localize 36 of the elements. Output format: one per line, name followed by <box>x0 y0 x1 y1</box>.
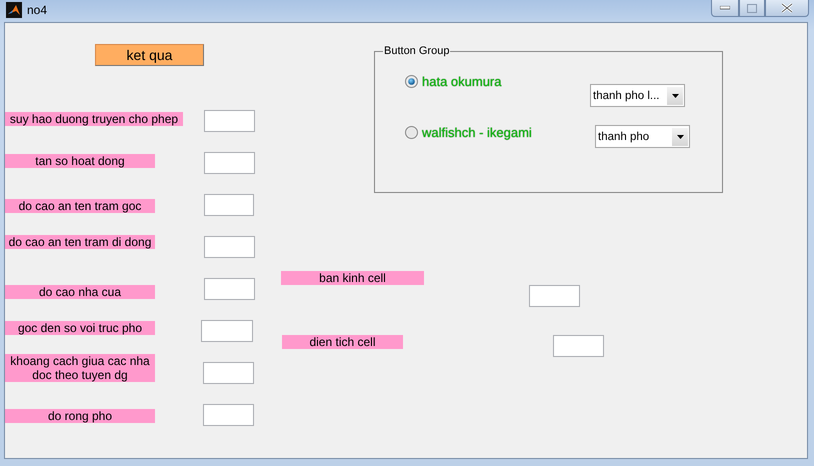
close-button[interactable] <box>765 0 809 17</box>
result-button[interactable]: ket qua <box>95 44 204 66</box>
input-field[interactable] <box>204 236 255 258</box>
field-label: tan so hoat dong <box>5 154 155 168</box>
field-label: do cao nha cua <box>5 285 155 299</box>
maximize-button[interactable] <box>739 0 765 17</box>
field-label: ban kinh cell <box>281 271 424 285</box>
caret-icon <box>672 94 678 98</box>
field-label: dien tich cell <box>282 335 403 349</box>
caret-icon <box>676 134 684 138</box>
dropdown[interactable]: thanh pho l... <box>590 84 685 107</box>
input-field[interactable] <box>529 285 580 307</box>
minimize-button[interactable] <box>711 0 739 17</box>
field-label: goc den so voi truc pho <box>5 321 155 335</box>
window-title: no4 <box>27 3 48 17</box>
field-label: do cao an ten tram di dong <box>5 235 155 249</box>
dropdown[interactable]: thanh pho <box>595 125 690 148</box>
input-field[interactable] <box>201 320 253 342</box>
radio-label: hata okumura <box>422 74 502 88</box>
input-field[interactable] <box>204 110 255 132</box>
group-title: Button Group <box>383 45 450 57</box>
minimize-icon <box>720 6 730 10</box>
input-field[interactable] <box>204 194 254 216</box>
maximize-icon <box>747 4 757 12</box>
input-field[interactable] <box>204 278 255 300</box>
close-icon <box>781 3 793 13</box>
input-field[interactable] <box>203 404 254 426</box>
field-label: do rong pho <box>5 409 155 423</box>
radio-label: walfishch - ikegami <box>422 124 532 140</box>
field-label: do cao an ten tram goc <box>5 199 155 213</box>
input-field[interactable] <box>204 152 255 174</box>
input-field[interactable] <box>203 362 254 384</box>
app-icon <box>6 2 22 18</box>
input-field[interactable] <box>553 335 604 357</box>
field-label: suy hao duong truyen cho phep <box>5 112 183 126</box>
field-label: khoang cach giua cac nha doc theo tuyen dg <box>5 354 155 382</box>
